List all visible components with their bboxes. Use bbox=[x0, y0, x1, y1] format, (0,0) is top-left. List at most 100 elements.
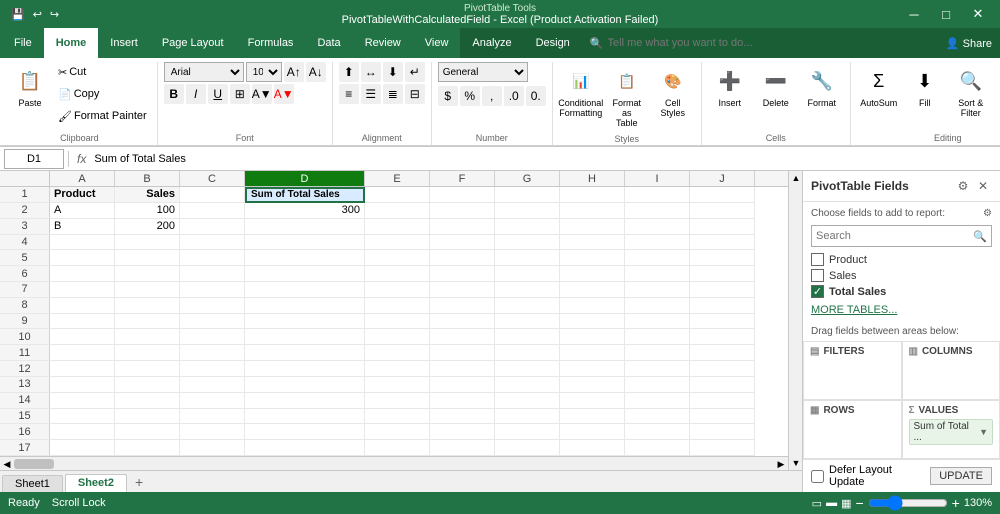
insert-btn[interactable]: ➕ Insert bbox=[708, 62, 752, 112]
rows-area[interactable]: ▦ ROWS bbox=[803, 400, 902, 459]
values-area[interactable]: Σ VALUES Sum of Total ... ▼ bbox=[902, 400, 1000, 459]
cell-g1[interactable] bbox=[495, 187, 560, 203]
zoom-out-btn[interactable]: − bbox=[855, 495, 863, 511]
merge-btn[interactable]: ⊟ bbox=[405, 84, 425, 104]
total-sales-checkbox[interactable]: ✓ bbox=[811, 285, 824, 298]
view-normal-icon[interactable]: ▭ bbox=[812, 497, 822, 510]
delete-btn[interactable]: ➖ Delete bbox=[754, 62, 798, 112]
pivot-close-btn[interactable]: ✕ bbox=[974, 177, 992, 195]
share-btn[interactable]: 👤 Share bbox=[946, 37, 992, 50]
cell-g2[interactable] bbox=[495, 203, 560, 219]
decimal-decrease-btn[interactable]: 0. bbox=[526, 86, 546, 106]
conditional-formatting-btn[interactable]: 📊 ConditionalFormatting bbox=[559, 62, 603, 122]
h-scrollbar[interactable]: ◀ ▶ bbox=[0, 456, 788, 470]
comma-btn[interactable]: , bbox=[482, 86, 502, 106]
cell-c2[interactable] bbox=[180, 203, 245, 219]
number-format-select[interactable]: General bbox=[438, 62, 528, 82]
cell-i2[interactable] bbox=[625, 203, 690, 219]
cell-f3[interactable] bbox=[430, 219, 495, 235]
chip-dropdown-icon[interactable]: ▼ bbox=[979, 427, 988, 437]
row-num-3[interactable]: 3 bbox=[0, 219, 50, 235]
cell-b2[interactable]: 100 bbox=[115, 203, 180, 219]
col-header-a[interactable]: A bbox=[50, 171, 115, 186]
h-scroll-track[interactable] bbox=[14, 457, 774, 470]
percent-btn[interactable]: % bbox=[460, 86, 480, 106]
add-sheet-btn[interactable]: + bbox=[129, 472, 149, 492]
cell-a3[interactable]: B bbox=[50, 219, 115, 235]
maximize-btn[interactable]: □ bbox=[932, 4, 960, 24]
tab-design[interactable]: Design bbox=[524, 28, 582, 58]
tab-home[interactable]: Home bbox=[44, 28, 99, 58]
h-scroll-thumb[interactable] bbox=[14, 459, 54, 469]
tab-analyze[interactable]: Analyze bbox=[460, 28, 523, 58]
tab-page-layout[interactable]: Page Layout bbox=[150, 28, 236, 58]
minimize-btn[interactable]: ─ bbox=[900, 4, 928, 24]
h-scroll-right[interactable]: ▶ bbox=[774, 457, 788, 470]
name-box[interactable] bbox=[4, 149, 64, 169]
undo-btn[interactable]: ↩ bbox=[30, 6, 45, 23]
tab-view[interactable]: View bbox=[413, 28, 461, 58]
autosum-btn[interactable]: Σ AutoSum bbox=[857, 62, 901, 112]
sort-filter-btn[interactable]: 🔍 Sort &Filter bbox=[949, 62, 993, 122]
paste-btn[interactable]: 📋 Paste bbox=[8, 62, 52, 112]
cell-e2[interactable] bbox=[365, 203, 430, 219]
view-break-icon[interactable]: ▦ bbox=[841, 497, 851, 510]
scroll-up-btn[interactable]: ▲ bbox=[789, 171, 802, 185]
pivot-search-input[interactable] bbox=[812, 226, 969, 246]
zoom-slider[interactable] bbox=[868, 495, 948, 511]
border-btn[interactable]: ⊞ bbox=[230, 84, 250, 104]
cell-a2[interactable]: A bbox=[50, 203, 115, 219]
bold-btn[interactable]: B bbox=[164, 84, 184, 104]
cell-g3[interactable] bbox=[495, 219, 560, 235]
cell-c3[interactable] bbox=[180, 219, 245, 235]
update-btn[interactable]: UPDATE bbox=[930, 467, 992, 485]
defer-checkbox[interactable] bbox=[811, 470, 824, 483]
col-header-c[interactable]: C bbox=[180, 171, 245, 186]
row-num-1[interactable]: 1 bbox=[0, 187, 50, 203]
copy-btn[interactable]: 📄 Copy bbox=[54, 84, 151, 104]
cell-b1[interactable]: Sales bbox=[115, 187, 180, 203]
redo-btn[interactable]: ↪ bbox=[47, 6, 62, 23]
cell-h3[interactable] bbox=[560, 219, 625, 235]
cell-j1[interactable] bbox=[690, 187, 755, 203]
align-top-btn[interactable]: ⬆ bbox=[339, 62, 359, 82]
find-select-btn[interactable]: 🔎 Find &Select bbox=[995, 62, 1000, 122]
sheet-tab-sheet2[interactable]: Sheet2 bbox=[65, 474, 127, 492]
wrap-btn[interactable]: ↵ bbox=[405, 62, 425, 82]
scroll-down-btn[interactable]: ▼ bbox=[789, 456, 802, 470]
tab-file[interactable]: File bbox=[2, 28, 44, 58]
fill-color-btn[interactable]: A▼ bbox=[252, 84, 272, 104]
pivot-search-icon[interactable]: 🔍 bbox=[969, 226, 991, 246]
cell-h2[interactable] bbox=[560, 203, 625, 219]
increase-font-btn[interactable]: A↑ bbox=[284, 62, 304, 82]
h-scroll-left[interactable]: ◀ bbox=[0, 457, 14, 470]
save-btn[interactable]: 💾 bbox=[8, 6, 28, 23]
font-size-select[interactable]: 10 bbox=[246, 62, 282, 82]
pivot-settings-btn[interactable]: ⚙ bbox=[954, 177, 972, 195]
more-tables-link[interactable]: MORE TABLES... bbox=[803, 300, 1000, 320]
sheet-tab-sheet1[interactable]: Sheet1 bbox=[2, 475, 63, 492]
cell-f2[interactable] bbox=[430, 203, 495, 219]
tab-review[interactable]: Review bbox=[353, 28, 413, 58]
col-header-f[interactable]: F bbox=[430, 171, 495, 186]
tab-formulas[interactable]: Formulas bbox=[236, 28, 306, 58]
col-header-b[interactable]: B bbox=[115, 171, 180, 186]
format-painter-btn[interactable]: 🖌 Format Painter bbox=[54, 106, 151, 126]
decimal-increase-btn[interactable]: .0 bbox=[504, 86, 524, 106]
cell-i1[interactable] bbox=[625, 187, 690, 203]
zoom-in-btn[interactable]: + bbox=[952, 495, 960, 511]
product-checkbox[interactable] bbox=[811, 253, 824, 266]
cell-e1[interactable] bbox=[365, 187, 430, 203]
font-family-select[interactable]: Arial bbox=[164, 62, 244, 82]
cut-btn[interactable]: ✂ Cut bbox=[54, 62, 151, 82]
fill-btn[interactable]: ⬇ Fill bbox=[903, 62, 947, 112]
col-header-i[interactable]: I bbox=[625, 171, 690, 186]
format-table-btn[interactable]: 📋 Format asTable bbox=[605, 62, 649, 132]
cell-d1[interactable]: Sum of Total Sales bbox=[245, 187, 365, 203]
cell-d2[interactable]: 300 bbox=[245, 203, 365, 219]
col-header-h[interactable]: H bbox=[560, 171, 625, 186]
close-btn[interactable]: ✕ bbox=[964, 4, 992, 24]
cell-j2[interactable] bbox=[690, 203, 755, 219]
sales-checkbox[interactable] bbox=[811, 269, 824, 282]
ribbon-search[interactable] bbox=[608, 37, 768, 49]
